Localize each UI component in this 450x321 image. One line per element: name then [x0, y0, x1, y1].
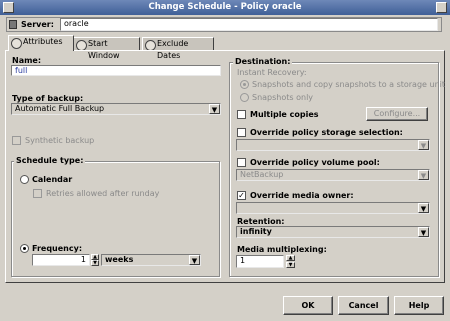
type-dropdown-chevron-down-icon[interactable]: ▼ [209, 104, 220, 114]
storage-chevron-down-icon[interactable]: ▼ [418, 140, 429, 150]
retries-checkbox[interactable] [33, 189, 42, 198]
override-volume-label: Override policy volume pool: [250, 158, 380, 167]
snapshots-only-radio[interactable] [240, 93, 249, 102]
destination-label: Destination: [233, 57, 293, 66]
name-label: Name: [12, 56, 42, 65]
tab-exclude-dates[interactable]: Exclude Dates [142, 37, 214, 60]
synthetic-backup-label: Synthetic backup [25, 136, 95, 145]
calendar-label: Calendar [32, 175, 73, 184]
type-of-backup-select[interactable]: Automatic Full Backup [11, 103, 221, 115]
server-icon [9, 20, 17, 29]
frequency-down-chevron-down-icon[interactable]: ▼ [91, 260, 99, 266]
multiple-copies-label: Multiple copies [250, 110, 319, 119]
instant-recovery-label: Instant Recovery: [237, 68, 307, 77]
multiplexing-label: Media multiplexing: [237, 245, 327, 254]
cancel-button[interactable]: Cancel [338, 296, 389, 315]
title-bar: Change Schedule - Policy oracle [0, 0, 450, 15]
schedule-type-label: Schedule type: [14, 156, 86, 165]
multiplexing-up-chevron-up-icon[interactable]: ▲ [286, 255, 295, 261]
volume-pool-select[interactable]: NetBackup [236, 169, 430, 181]
frequency-unit-select[interactable]: weeks [101, 254, 201, 266]
window-menu-icon[interactable] [3, 2, 14, 13]
retention-chevron-down-icon[interactable]: ▼ [418, 227, 429, 237]
type-of-backup-label: Type of backup: [12, 94, 84, 103]
snapshots-copy-label: Snapshots and copy snapshots to a storag… [252, 80, 446, 89]
storage-select[interactable] [236, 139, 430, 151]
frequency-unit-chevron-down-icon[interactable]: ▼ [189, 255, 200, 265]
close-icon[interactable] [436, 2, 447, 13]
synthetic-backup-checkbox[interactable] [12, 136, 21, 145]
type-of-backup-value: Automatic Full Backup [15, 104, 105, 113]
override-media-label: Override media owner: [250, 191, 354, 200]
retention-select[interactable]: infinity [236, 226, 430, 238]
retention-label: Retention: [237, 217, 285, 226]
snapshots-only-label: Snapshots only [252, 93, 314, 102]
frequency-radio[interactable] [20, 244, 29, 253]
tab-attributes-label: Attributes [23, 37, 63, 46]
attributes-tab-icon [11, 38, 22, 49]
frequency-input[interactable]: 1 [32, 254, 90, 266]
volume-pool-chevron-down-icon[interactable]: ▼ [418, 170, 429, 180]
frequency-unit-value: weeks [105, 255, 134, 264]
override-media-checkbox[interactable]: ✓ [237, 191, 246, 200]
multiple-copies-checkbox[interactable] [237, 110, 246, 119]
snapshots-copy-radio[interactable] [240, 80, 249, 89]
override-storage-checkbox[interactable] [237, 128, 246, 137]
tab-start-window[interactable]: Start Window [73, 37, 140, 60]
server-label: Server: [21, 20, 54, 29]
configure-button[interactable]: Configure... [366, 107, 428, 121]
retries-label: Retries allowed after runday [46, 189, 160, 198]
multiplexing-down-chevron-down-icon[interactable]: ▼ [286, 262, 295, 268]
volume-pool-value: NetBackup [240, 170, 284, 179]
tab-attributes[interactable]: Attributes [8, 35, 74, 51]
ok-button[interactable]: OK [283, 296, 333, 315]
override-volume-checkbox[interactable] [237, 158, 246, 167]
retention-value: infinity [240, 227, 272, 236]
window-title: Change Schedule - Policy oracle [148, 2, 302, 12]
calendar-radio[interactable] [20, 175, 29, 184]
multiplexing-input[interactable]: 1 [236, 255, 284, 268]
server-field: oracle [60, 18, 438, 31]
override-storage-label: Override policy storage selection: [250, 128, 403, 137]
media-owner-chevron-down-icon[interactable]: ▼ [418, 203, 429, 213]
help-button[interactable]: Help [394, 296, 444, 315]
frequency-label: Frequency: [32, 244, 83, 253]
name-input[interactable]: full [11, 65, 221, 76]
media-owner-select[interactable] [236, 202, 430, 214]
